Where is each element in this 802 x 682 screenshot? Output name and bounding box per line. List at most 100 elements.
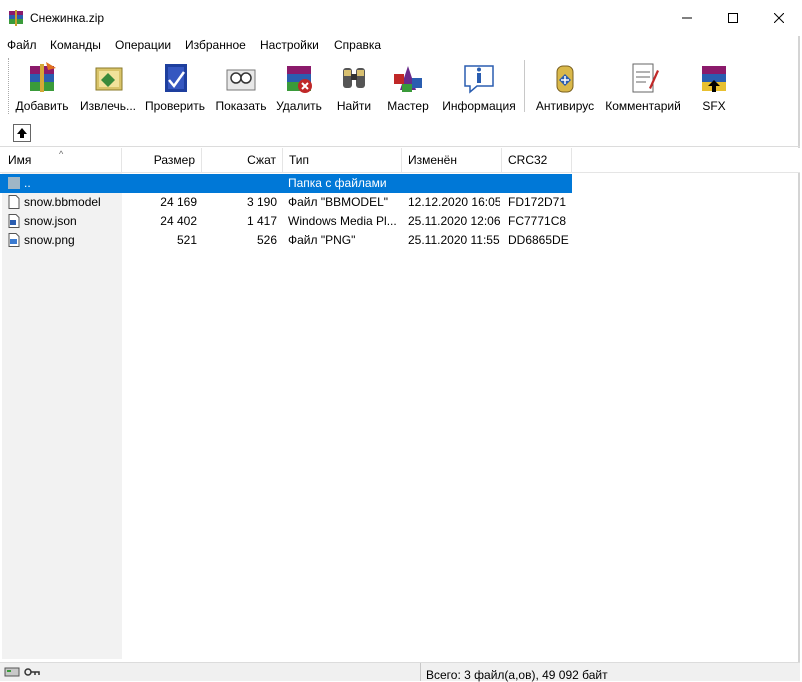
row-size xyxy=(122,174,197,193)
up-folder-button[interactable] xyxy=(13,124,31,142)
antivirus-icon xyxy=(556,65,574,93)
column-size[interactable]: Размер xyxy=(122,148,202,172)
maximize-icon xyxy=(728,13,738,23)
row-modified: 25.11.2020 12:06 xyxy=(408,214,500,228)
column-modified[interactable]: Изменён xyxy=(402,148,502,172)
add-archive-icon xyxy=(30,62,56,92)
row-crc xyxy=(508,174,570,193)
test-icon xyxy=(165,64,187,92)
drive-key-icon xyxy=(4,667,40,677)
row-modified: 25.11.2020 11:55 xyxy=(408,233,500,247)
toolbar: Добавить Извлечь... Проверить Показать У… xyxy=(0,55,800,117)
row-modified xyxy=(408,174,500,193)
row-size: 521 xyxy=(176,233,197,247)
wizard-icon xyxy=(394,66,422,92)
toolbar-wizard-button[interactable]: Мастер xyxy=(382,57,434,115)
delete-icon xyxy=(287,66,312,93)
row-packed: 3 190 xyxy=(246,195,277,209)
comment-icon xyxy=(632,63,659,93)
toolbar-info-button[interactable]: Информация xyxy=(440,57,518,115)
row-modified: 12.12.2020 16:05 xyxy=(408,195,500,209)
sort-ascending-icon: ^ xyxy=(59,149,64,159)
menu-help[interactable]: Справка xyxy=(334,38,381,52)
toolbar-view-button[interactable]: Показать xyxy=(211,57,271,115)
minimize-button[interactable] xyxy=(664,0,710,36)
table-row[interactable]: snow.bbmodel 24 169 3 190 Файл "BBMODEL"… xyxy=(0,193,572,212)
close-icon xyxy=(774,13,784,23)
folder-up-icon xyxy=(8,177,20,189)
row-name: .. xyxy=(24,176,31,190)
path-bar xyxy=(0,118,800,147)
row-type: Файл "BBMODEL" xyxy=(288,195,389,209)
status-bar: Всего: 3 файл(а,ов), 49 092 байт xyxy=(0,662,800,682)
row-type: Файл "PNG" xyxy=(288,233,356,247)
row-size: 24 402 xyxy=(160,214,197,228)
column-type[interactable]: Тип xyxy=(283,148,402,172)
toolbar-delete-button[interactable]: Удалить xyxy=(274,57,324,115)
toolbar-sfx-label: SFX xyxy=(702,99,726,113)
toolbar-wizard-label: Мастер xyxy=(387,99,429,113)
find-icon xyxy=(343,68,365,88)
window-title: Снежинка.zip xyxy=(30,11,105,25)
up-arrow-icon xyxy=(17,128,27,138)
toolbar-comment-label: Комментарий xyxy=(605,99,681,113)
close-button[interactable] xyxy=(756,0,802,36)
toolbar-find-label: Найти xyxy=(336,99,372,113)
menu-favorites[interactable]: Избранное xyxy=(185,38,246,52)
extract-icon xyxy=(95,67,123,91)
column-name[interactable]: ^ Имя xyxy=(2,148,122,172)
menu-settings[interactable]: Настройки xyxy=(260,38,319,52)
winrar-app-icon xyxy=(9,10,23,26)
menu-file[interactable]: Файл xyxy=(7,38,37,52)
toolbar-add-label: Добавить xyxy=(15,99,69,113)
table-row[interactable]: snow.png 521 526 Файл "PNG" 25.11.2020 1… xyxy=(0,231,572,250)
sfx-icon xyxy=(702,66,726,92)
row-packed: 1 417 xyxy=(246,214,277,228)
toolbar-comment-button[interactable]: Комментарий xyxy=(603,57,683,115)
row-type: Папка с файлами xyxy=(288,176,387,190)
column-crc32[interactable]: CRC32 xyxy=(502,148,572,172)
maximize-button[interactable] xyxy=(710,0,756,36)
toolbar-view-label: Показать xyxy=(215,99,267,113)
media-file-icon xyxy=(8,214,20,228)
toolbar-extract-button[interactable]: Извлечь... xyxy=(77,57,139,115)
row-name: snow.json xyxy=(24,214,77,228)
status-divider xyxy=(420,663,421,681)
toolbar-sfx-button[interactable]: SFX xyxy=(694,57,734,115)
row-crc: FC7771C8 xyxy=(508,214,567,228)
toolbar-test-label: Проверить xyxy=(144,99,205,113)
view-icon xyxy=(226,69,256,91)
winrar-window: Снежинка.zip Файл Команды Операции Избра… xyxy=(0,0,800,682)
row-size: 24 169 xyxy=(160,195,197,209)
column-name-label: Имя xyxy=(8,153,32,167)
row-type: Windows Media Pl... xyxy=(288,214,397,228)
image-file-icon xyxy=(8,233,20,247)
table-row[interactable]: .. Папка с файлами xyxy=(0,174,572,193)
column-packed[interactable]: Сжат xyxy=(202,148,283,172)
info-icon xyxy=(464,65,494,94)
toolbar-antivirus-label: Антивирус xyxy=(535,99,595,113)
column-header: ^ Имя Размер Сжат Тип Изменён CRC32 xyxy=(0,148,800,173)
file-list: ^ Имя Размер Сжат Тип Изменён CRC32 .. П… xyxy=(0,148,800,661)
file-icon xyxy=(8,195,20,209)
row-name: snow.png xyxy=(24,233,75,247)
menu-commands[interactable]: Команды xyxy=(50,38,101,52)
toolbar-add-button[interactable]: Добавить xyxy=(12,57,72,115)
menu-bar: Файл Команды Операции Избранное Настройк… xyxy=(0,36,800,54)
row-crc: FD172D71 xyxy=(508,195,567,209)
minimize-icon xyxy=(682,17,692,19)
row-packed: 526 xyxy=(256,233,277,247)
toolbar-test-button[interactable]: Проверить xyxy=(143,57,207,115)
toolbar-separator xyxy=(524,60,525,112)
toolbar-delete-label: Удалить xyxy=(276,99,322,113)
table-row[interactable]: snow.json 24 402 1 417 Windows Media Pl.… xyxy=(0,212,572,231)
title-bar: Снежинка.zip xyxy=(0,0,800,36)
row-packed xyxy=(202,174,277,193)
toolbar-info-label: Информация xyxy=(442,99,516,113)
row-name: snow.bbmodel xyxy=(24,195,101,209)
menu-operations[interactable]: Операции xyxy=(115,38,171,52)
toolbar-antivirus-button[interactable]: Антивирус xyxy=(533,57,597,115)
row-crc: DD6865DE xyxy=(508,233,569,247)
toolbar-find-button[interactable]: Найти xyxy=(330,57,378,115)
toolbar-extract-label: Извлечь... xyxy=(79,99,136,113)
